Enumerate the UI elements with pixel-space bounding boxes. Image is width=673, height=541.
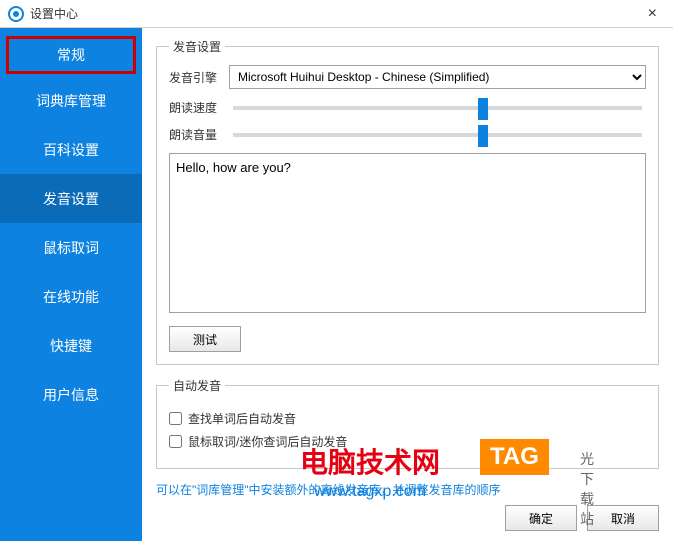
sidebar-item-online[interactable]: 在线功能: [0, 272, 142, 321]
sidebar-item-general[interactable]: 常规: [6, 36, 136, 74]
pronunciation-group: 发音设置 发音引擎 Microsoft Huihui Desktop - Chi…: [156, 38, 659, 365]
auto-cb2-row: 鼠标取词/迷你查词后自动发音: [169, 433, 646, 450]
auto-cb2[interactable]: [169, 435, 182, 448]
sidebar-item-user[interactable]: 用户信息: [0, 370, 142, 419]
sidebar-item-mouse-pick[interactable]: 鼠标取词: [0, 223, 142, 272]
auto-cb1[interactable]: [169, 412, 182, 425]
ok-button[interactable]: 确定: [505, 505, 577, 531]
engine-label: 发音引擎: [169, 69, 229, 86]
speed-row: 朗读速度: [169, 99, 646, 116]
engine-row: 发音引擎 Microsoft Huihui Desktop - Chinese …: [169, 65, 646, 89]
pronunciation-legend: 发音设置: [169, 38, 225, 55]
volume-thumb[interactable]: [478, 125, 488, 147]
volume-label: 朗读音量: [169, 126, 229, 143]
sidebar-item-dictionary[interactable]: 词典库管理: [0, 76, 142, 125]
speed-thumb[interactable]: [478, 98, 488, 120]
volume-row: 朗读音量: [169, 126, 646, 143]
auto-cb2-label[interactable]: 鼠标取词/迷你查词后自动发音: [188, 433, 347, 450]
cancel-button[interactable]: 取消: [587, 505, 659, 531]
sidebar-item-pronunciation[interactable]: 发音设置: [0, 174, 142, 223]
speed-slider[interactable]: [233, 106, 642, 110]
sidebar-item-encyclopedia[interactable]: 百科设置: [0, 125, 142, 174]
auto-group: 自动发音 查找单词后自动发音 鼠标取词/迷你查词后自动发音: [156, 377, 659, 469]
auto-legend: 自动发音: [169, 377, 225, 394]
sidebar-item-shortcuts[interactable]: 快捷键: [0, 321, 142, 370]
main-area: 常规 词典库管理 百科设置 发音设置 鼠标取词 在线功能 快捷键 用户信息 发音…: [0, 28, 673, 541]
app-icon: [8, 6, 24, 22]
auto-cb1-row: 查找单词后自动发音: [169, 410, 646, 427]
titlebar: 设置中心 ×: [0, 0, 673, 28]
sidebar: 常规 词典库管理 百科设置 发音设置 鼠标取词 在线功能 快捷键 用户信息: [0, 28, 142, 541]
auto-cb1-label[interactable]: 查找单词后自动发音: [188, 410, 296, 427]
footer-buttons: 确定 取消: [505, 505, 659, 531]
speed-label: 朗读速度: [169, 99, 229, 116]
volume-slider[interactable]: [233, 133, 642, 137]
close-icon[interactable]: ×: [640, 5, 665, 23]
test-button[interactable]: 测试: [169, 326, 241, 352]
test-textarea[interactable]: Hello, how are you?: [169, 153, 646, 313]
window-title: 设置中心: [30, 5, 640, 22]
content-panel: 发音设置 发音引擎 Microsoft Huihui Desktop - Chi…: [142, 28, 673, 541]
hint-text: 可以在"词库管理"中安装额外的离线发音库，并调整发音库的顺序: [156, 481, 659, 498]
engine-select[interactable]: Microsoft Huihui Desktop - Chinese (Simp…: [229, 65, 646, 89]
